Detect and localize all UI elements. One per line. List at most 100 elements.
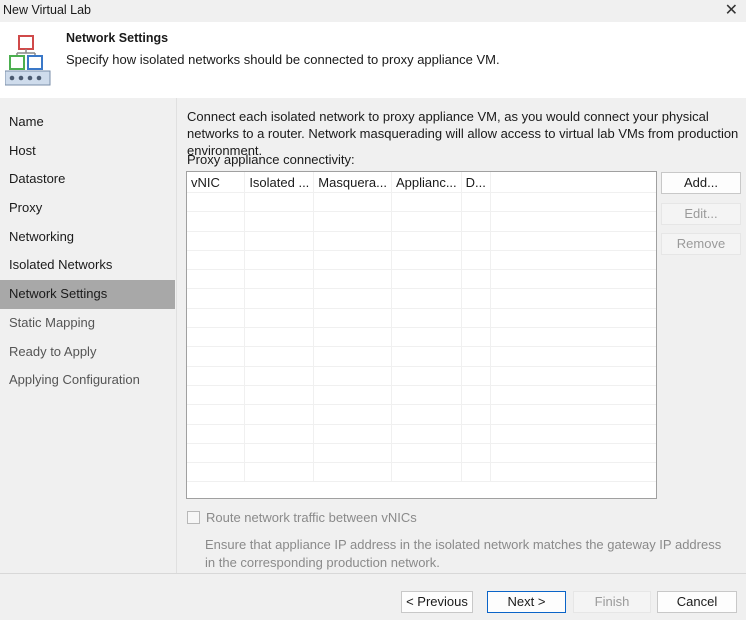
table-cell bbox=[313, 288, 392, 309]
table-cell bbox=[461, 462, 491, 483]
table-cell bbox=[461, 192, 491, 213]
column-header-masquerade[interactable]: Masquera... bbox=[313, 172, 392, 193]
table-cell bbox=[313, 192, 392, 213]
table-cell bbox=[187, 250, 246, 271]
column-header-isolated[interactable]: Isolated ... bbox=[244, 172, 315, 193]
table-row bbox=[187, 288, 656, 309]
table-cell bbox=[391, 269, 462, 290]
table-row bbox=[187, 443, 656, 464]
column-header-vnic[interactable]: vNIC bbox=[187, 172, 246, 193]
column-header-d[interactable]: D... bbox=[461, 172, 491, 193]
sidebar-item-applying-configuration: Applying Configuration bbox=[9, 372, 140, 388]
finish-button: Finish bbox=[573, 591, 651, 613]
previous-button[interactable]: < Previous bbox=[401, 591, 473, 613]
table-cell bbox=[391, 192, 462, 213]
table-cell bbox=[490, 192, 656, 213]
remove-button: Remove bbox=[661, 233, 741, 255]
connectivity-label: Proxy appliance connectivity: bbox=[187, 152, 355, 167]
page-description: Specify how isolated networks should be … bbox=[66, 52, 500, 67]
route-traffic-option: Route network traffic between vNICs bbox=[187, 510, 417, 525]
network-settings-icon bbox=[4, 34, 55, 86]
proxy-connectivity-table[interactable]: vNIC Isolated ... Masquera... Applianc..… bbox=[186, 171, 657, 499]
table-cell bbox=[244, 327, 315, 348]
table-cell bbox=[461, 211, 491, 232]
table-cell bbox=[313, 211, 392, 232]
table-cell bbox=[490, 231, 656, 251]
sidebar-item-datastore[interactable]: Datastore bbox=[0, 165, 175, 194]
table-cell bbox=[391, 443, 462, 464]
table-cell bbox=[461, 424, 491, 444]
table-cell bbox=[490, 424, 656, 444]
table-cell bbox=[391, 231, 462, 251]
table-cell bbox=[187, 269, 246, 290]
wizard-footer: < Previous Next > Finish Cancel bbox=[0, 574, 746, 620]
close-icon[interactable]: ✕ bbox=[725, 0, 738, 20]
table-cell bbox=[187, 404, 246, 425]
sidebar-item-isolated-networks[interactable]: Isolated Networks bbox=[0, 251, 175, 280]
table-cell bbox=[490, 346, 656, 367]
table-row bbox=[187, 462, 656, 483]
add-button[interactable]: Add... bbox=[661, 172, 741, 194]
table-cell bbox=[187, 346, 246, 367]
column-header-filler bbox=[490, 172, 656, 193]
table-cell bbox=[313, 269, 392, 290]
table-cell bbox=[244, 211, 315, 232]
table-cell bbox=[391, 327, 462, 348]
next-button[interactable]: Next > bbox=[487, 591, 566, 613]
table-row bbox=[187, 327, 656, 348]
gateway-note: Ensure that appliance IP address in the … bbox=[205, 537, 722, 570]
table-cell bbox=[187, 308, 246, 329]
table-cell bbox=[244, 462, 315, 483]
table-cell bbox=[461, 269, 491, 290]
cancel-button[interactable]: Cancel bbox=[657, 591, 737, 613]
sidebar-item-name[interactable]: Name bbox=[0, 108, 175, 137]
table-cell bbox=[187, 288, 246, 309]
table-cell bbox=[461, 308, 491, 329]
sidebar-item-network-settings[interactable]: Network Settings bbox=[0, 280, 175, 309]
table-cell bbox=[313, 250, 392, 271]
table-cell bbox=[244, 366, 315, 386]
table-cell bbox=[391, 462, 462, 483]
table-cell bbox=[313, 366, 392, 386]
table-cell bbox=[187, 327, 246, 348]
table-row bbox=[187, 211, 656, 232]
table-cell bbox=[461, 288, 491, 309]
table-cell bbox=[490, 308, 656, 329]
table-row bbox=[187, 250, 656, 271]
table-cell bbox=[244, 404, 315, 425]
route-traffic-checkbox[interactable] bbox=[187, 511, 200, 524]
table-cell bbox=[490, 462, 656, 483]
table-cell bbox=[313, 443, 392, 464]
table-cell bbox=[187, 424, 246, 444]
sidebar-item-ready-to-apply: Ready to Apply bbox=[9, 343, 97, 359]
column-header-appliance[interactable]: Applianc... bbox=[391, 172, 462, 193]
edit-button: Edit... bbox=[661, 203, 741, 225]
table-cell bbox=[391, 308, 462, 329]
table-row bbox=[187, 404, 656, 425]
table-cell bbox=[461, 231, 491, 251]
table-cell bbox=[391, 366, 462, 386]
title-bar: New Virtual Lab ✕ bbox=[0, 0, 746, 22]
table-row bbox=[187, 346, 656, 367]
sidebar-item-host[interactable]: Host bbox=[0, 137, 175, 166]
table-cell bbox=[391, 404, 462, 425]
table-cell bbox=[187, 443, 246, 464]
sidebar-item-proxy[interactable]: Proxy bbox=[0, 194, 175, 223]
table-cell bbox=[244, 346, 315, 367]
table-cell bbox=[313, 462, 392, 483]
sidebar-item-networking[interactable]: Networking bbox=[0, 223, 175, 252]
table-body bbox=[187, 192, 656, 483]
table-cell bbox=[490, 443, 656, 464]
table-row bbox=[187, 366, 656, 386]
table-cell bbox=[490, 269, 656, 290]
table-cell bbox=[490, 327, 656, 348]
table-cell bbox=[244, 385, 315, 406]
table-row bbox=[187, 308, 656, 329]
table-cell bbox=[313, 404, 392, 425]
table-cell bbox=[313, 231, 392, 251]
table-cell bbox=[490, 211, 656, 232]
table-cell bbox=[461, 250, 491, 271]
table-cell bbox=[244, 308, 315, 329]
table-cell bbox=[461, 385, 491, 406]
table-cell bbox=[461, 327, 491, 348]
